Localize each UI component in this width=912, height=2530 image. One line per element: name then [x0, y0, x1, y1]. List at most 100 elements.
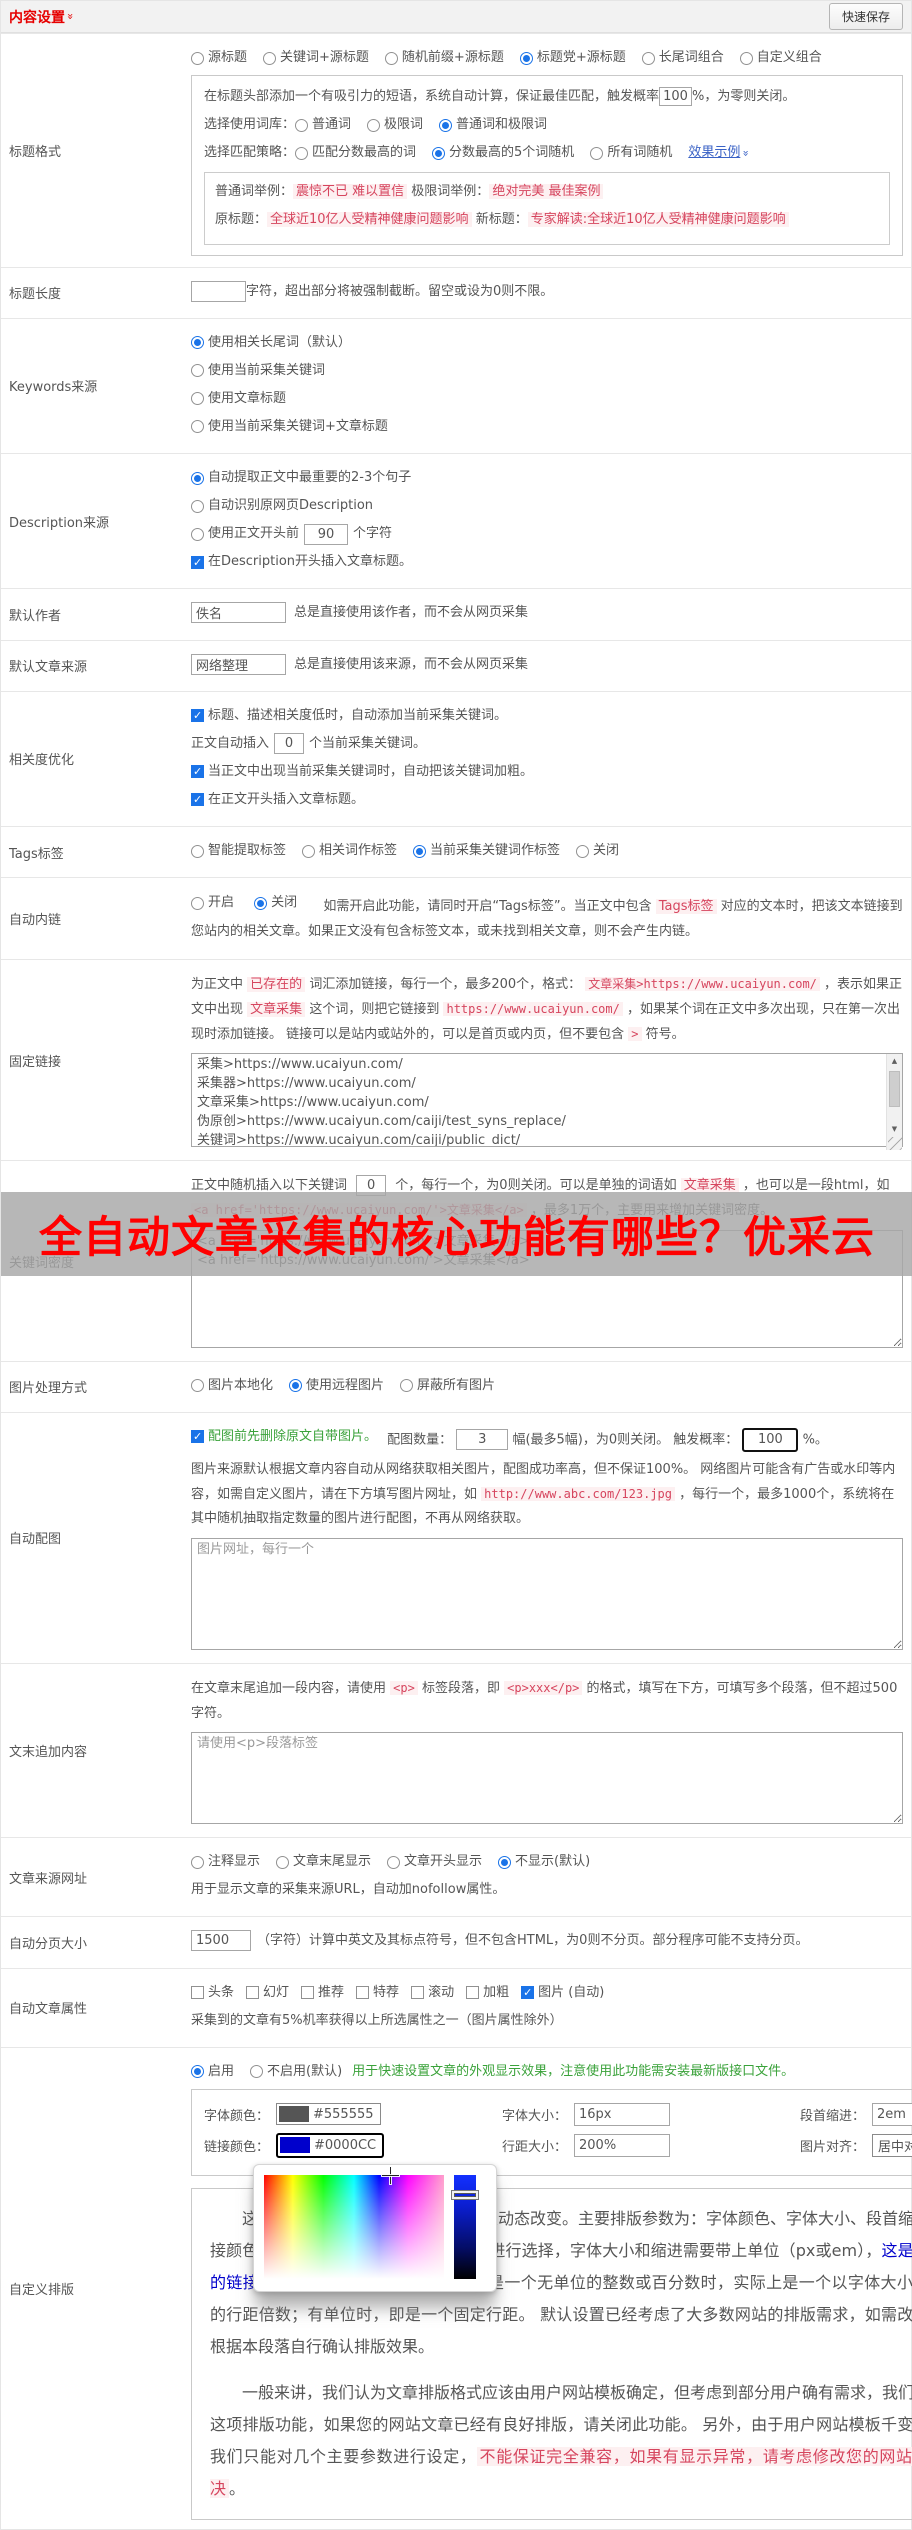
radio-normal-words[interactable]: 普通词 — [295, 114, 351, 136]
image-count-input[interactable] — [456, 1429, 509, 1451]
checkbox-bold[interactable]: 加粗 — [466, 1982, 509, 2004]
radio-extreme-words[interactable]: 极限词 — [367, 114, 423, 136]
radio-all-words-random[interactable]: 所有词随机 — [590, 142, 672, 164]
radio-normal-and-extreme-words[interactable]: 普通词和极限词 — [439, 114, 547, 136]
radio-keywords-plus-title[interactable]: 使用当前采集关键词+文章标题 — [191, 416, 388, 438]
checkbox-insert-title-at-body-start[interactable]: 在正文开头插入文章标题。 — [191, 789, 364, 811]
effect-example-link[interactable]: 效果示例 — [688, 142, 740, 164]
radio-random-prefix-title[interactable]: 随机前缀+源标题 — [384, 47, 504, 69]
text: 这个词，则把它链接到 — [309, 1001, 440, 1017]
textarea-scrollbar[interactable]: ▲ ▼ — [886, 1054, 902, 1151]
radio-innerlink-off[interactable]: 关闭 — [254, 891, 297, 916]
default-source-input[interactable] — [191, 653, 286, 675]
checkbox-headline[interactable]: 头条 — [191, 1982, 234, 2004]
text: 原标题： — [215, 212, 268, 228]
radio-smart-extract-tags[interactable]: 智能提取标签 — [191, 840, 286, 862]
radio-use-body-start[interactable]: 使用正文开头前 — [191, 523, 299, 545]
radio-auto-extract-sentences[interactable]: 自动提取正文中最重要的2-3个句子 — [191, 467, 411, 489]
image-align-select[interactable]: 居中对齐 ∨ — [872, 2133, 912, 2157]
color-picker-bar-handle[interactable] — [452, 2190, 478, 2199]
checkbox-recommend[interactable]: 推荐 — [301, 1982, 344, 2004]
radio-comment-display[interactable]: 注释显示 — [191, 1851, 260, 1873]
row-label: 文末追加内容 — [9, 1745, 88, 1761]
body-start-chars-input[interactable] — [304, 523, 349, 545]
radio-article-title[interactable]: 使用文章标题 — [191, 388, 286, 410]
checkbox-bold-keywords[interactable]: 当正文中出现当前采集关键词时，自动把该关键词加粗。 — [191, 761, 533, 783]
radio-keyword-source-title[interactable]: 关键词+源标题 — [263, 47, 369, 69]
radio-article-end-display[interactable]: 文章末尾显示 — [276, 1851, 371, 1873]
checkbox-scroll[interactable]: 滚动 — [411, 1982, 454, 2004]
scroll-up-icon[interactable]: ▲ — [887, 1054, 902, 1069]
radio-clickbait-title[interactable]: 标题党+源标题 — [519, 47, 626, 69]
insert-keyword-count-input[interactable] — [274, 732, 305, 754]
radio-label: 匹配分数最高的词 — [312, 145, 417, 161]
radio-longtail-combo[interactable]: 长尾词组合 — [641, 47, 724, 69]
quick-save-button[interactable]: 快速保存 — [828, 3, 903, 30]
word-example-line: 普通词举例： 震惊不已 难以置信 极限词举例： 绝对完美 最佳案例 — [215, 181, 879, 203]
radio-no-display[interactable]: 不显示(默认) — [498, 1851, 590, 1873]
checkbox-delete-original-images[interactable]: 配图前先删除原文自带图片。 — [191, 1426, 377, 1448]
radio-icon — [641, 51, 655, 65]
color-picker-cursor-icon[interactable] — [382, 2166, 399, 2184]
row-label: Tags标签 — [9, 846, 64, 862]
link-color-swatch[interactable] — [280, 2137, 310, 2154]
radio-current-keywords-tags[interactable]: 当前采集关键词作标签 — [413, 840, 560, 862]
radio-related-words-tags[interactable]: 相关词作标签 — [302, 840, 397, 862]
row-label: 标题长度 — [9, 287, 62, 303]
checkbox-special-recommend[interactable]: 特荐 — [356, 1982, 399, 2004]
color-picker-value-bar[interactable] — [452, 2174, 478, 2279]
row-content: 智能提取标签 相关词作标签 当前采集关键词作标签 关闭 — [191, 827, 911, 877]
radio-label: 普通词 — [312, 117, 352, 133]
radio-tags-off[interactable]: 关闭 — [576, 840, 619, 862]
default-author-input[interactable] — [191, 602, 286, 624]
indent-input[interactable] — [872, 2102, 912, 2126]
radio-auto-detect-description[interactable]: 自动识别原网页Description — [191, 495, 373, 517]
radio-highest-score-word[interactable]: 匹配分数最高的词 — [295, 142, 416, 164]
title-trigger-probability-input[interactable] — [659, 87, 693, 107]
title-length-input[interactable] — [191, 280, 246, 302]
radio-custom-combo[interactable]: 自定义组合 — [739, 47, 822, 69]
image-probability-input[interactable] — [742, 1427, 799, 1452]
scroll-down-icon[interactable]: ▼ — [887, 1122, 902, 1137]
radio-current-keywords[interactable]: 使用当前采集关键词 — [191, 360, 325, 382]
font-color-picker-control[interactable]: #555555 — [276, 2103, 381, 2126]
row-auto-innerlink: 自动内链 开启 关闭 如需开启此功能，请同时开启“Tags标签”。当正文中包含 … — [1, 877, 911, 959]
text: 正文中随机插入以下关键词 — [191, 1178, 348, 1194]
image-urls-textarea[interactable] — [191, 1537, 903, 1650]
color-picker-saturation-area[interactable] — [264, 2166, 444, 2279]
promo-banner-overlay: 全自动文章采集的核心功能有哪些？优采云 — [1, 1192, 912, 1277]
line-height-input[interactable] — [574, 2133, 670, 2157]
trigger-probability-line: 在标题头部添加一个有吸引力的短语，系统自动计算，保证最佳匹配，触发概率 %，为零则… — [204, 86, 890, 108]
radio-article-start-display[interactable]: 文章开头显示 — [387, 1851, 482, 1873]
radio-top5-random[interactable]: 分数最高的5个词随机 — [432, 142, 574, 164]
font-color-swatch[interactable] — [279, 2106, 309, 2123]
scroll-thumb[interactable] — [889, 1071, 900, 1108]
word-highlight: 文章采集 — [247, 1001, 306, 1017]
link-color-picker-control[interactable]: #0000CC — [276, 2132, 385, 2158]
row-content: 图片本地化 使用远程图片 屏蔽所有图片 — [191, 1362, 911, 1412]
layout-fields-box: 字体颜色： #555555 字体大小： 段首缩进： 链接颜 — [191, 2088, 912, 2176]
color-picker-popup[interactable] — [253, 2163, 497, 2292]
fixed-links-textarea[interactable]: 采集>https://www.ucaiyun.com/ 采集器>https://… — [191, 1053, 903, 1148]
pagination-size-input[interactable] — [191, 1930, 251, 1952]
radio-block-all-images[interactable]: 屏蔽所有图片 — [400, 1375, 495, 1397]
radio-remote-images[interactable]: 使用远程图片 — [289, 1375, 384, 1397]
collapse-chevron-icon[interactable]: » — [64, 13, 77, 20]
radio-source-title[interactable]: 源标题 — [191, 47, 247, 69]
checkbox-slideshow[interactable]: 幻灯 — [246, 1982, 289, 2004]
checkbox-image-auto[interactable]: 图片 (自动) — [521, 1982, 604, 2004]
text: 如需开启此功能，请同时开启“Tags标签”。当正文中包含 — [323, 898, 652, 914]
radio-layout-enable[interactable]: 启用 — [191, 2061, 234, 2083]
radio-layout-disable[interactable]: 不启用(默认) — [250, 2061, 342, 2083]
radio-innerlink-on[interactable]: 开启 — [191, 891, 234, 916]
radio-localize-images[interactable]: 图片本地化 — [191, 1375, 273, 1397]
append-content-textarea[interactable] — [191, 1732, 903, 1825]
radio-related-longtail[interactable]: 使用相关长尾词（默认） — [191, 332, 351, 354]
checkbox-icon — [356, 1986, 370, 2000]
resize-handle-icon[interactable] — [888, 1137, 902, 1151]
checkbox-auto-add-keywords[interactable]: 标题、描述相关度低时，自动添加当前采集关键词。 — [191, 705, 507, 727]
radio-label: 使用相关长尾词（默认） — [208, 334, 352, 350]
checkbox-insert-title-in-description[interactable]: 在Description开头插入文章标题。 — [191, 551, 412, 573]
radio-label: 普通词和极限词 — [456, 117, 548, 133]
font-size-input[interactable] — [574, 2102, 670, 2126]
